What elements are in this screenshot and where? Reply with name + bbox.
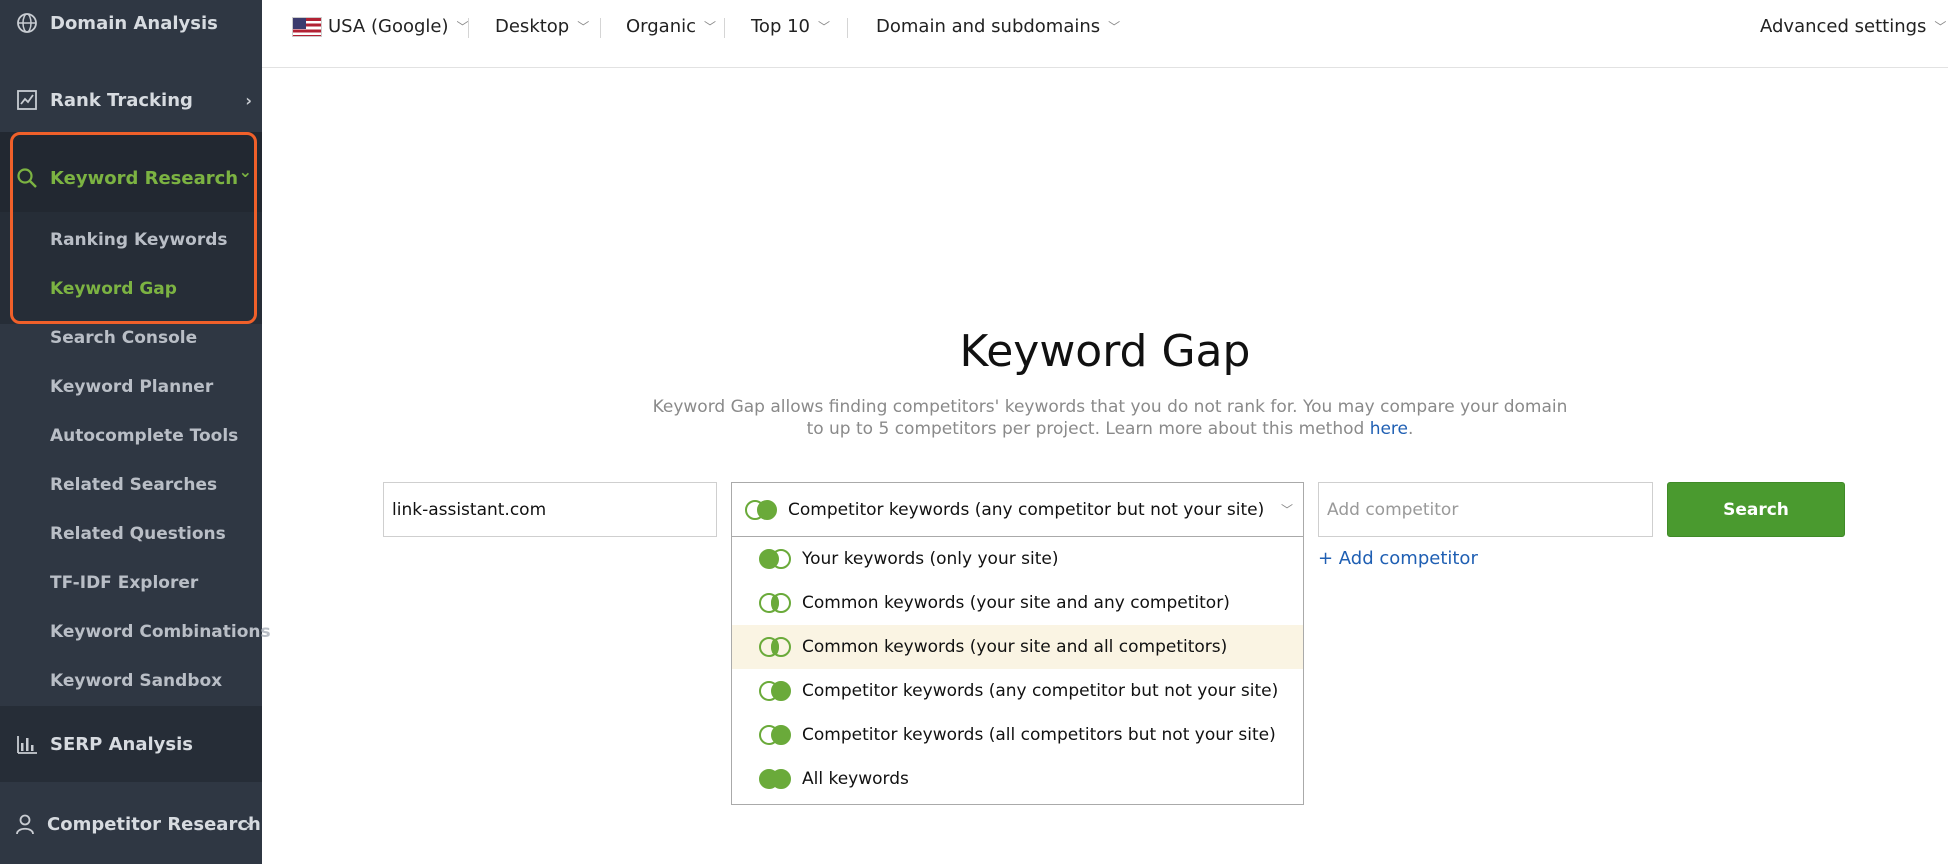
venn-right-icon [756,724,794,746]
venn-right-icon [756,680,794,702]
mode-select[interactable]: Competitor keywords (any competitor but … [731,482,1304,537]
dropdown-option-common-all[interactable]: Common keywords (your site and all compe… [732,625,1303,669]
dropdown-option-competitor-any[interactable]: Competitor keywords (any competitor but … [732,669,1303,713]
chevron-down-icon: ﹀ [456,20,469,34]
dropdown-option-competitor-all[interactable]: Competitor keywords (all competitors but… [732,713,1303,757]
description-end: . [1408,419,1414,439]
top-results-label: Top 10 [751,16,811,37]
chart-line-icon [16,89,38,111]
chevron-right-icon: › [245,814,252,834]
sidebar-item-related-searches[interactable]: Related Searches [50,475,217,495]
chevron-down-icon: ﹀ [1280,503,1293,517]
location-label: USA (Google) [328,16,449,37]
scope-label: Domain and subdomains [876,16,1101,37]
page-title: Keyword Gap [959,326,1251,377]
sidebar-competitor-research-label: Competitor Research [47,813,261,835]
venn-competitor-icon [742,499,780,521]
sidebar-competitor-research[interactable]: Competitor Research › [0,796,262,852]
learn-more-link[interactable]: here [1370,419,1408,439]
result-type-dropdown[interactable]: Organic ﹀ [626,16,716,37]
sidebar-item-keyword-sandbox[interactable]: Keyword Sandbox [50,671,222,691]
separator [724,18,725,38]
venn-intersection-icon [756,592,794,614]
result-type-label: Organic [626,16,697,37]
option-label: Common keywords (your site and all compe… [802,637,1228,657]
device-dropdown[interactable]: Desktop ﹀ [495,16,589,37]
location-dropdown[interactable]: USA (Google) ﹀ [292,16,469,37]
add-competitor-input[interactable] [1318,482,1653,537]
sidebar-item-search-console[interactable]: Search Console [50,328,197,348]
option-label: Competitor keywords (any competitor but … [802,681,1279,701]
sidebar-domain-analysis[interactable]: Domain Analysis [0,0,262,46]
sidebar-domain-analysis-label: Domain Analysis [50,12,218,34]
keyword-research-highlight [10,132,257,324]
user-icon [14,813,36,835]
advanced-settings-dropdown[interactable]: Advanced settings ﹀ [1760,16,1946,37]
add-competitor-link[interactable]: + Add competitor [1318,548,1478,569]
separator [600,18,601,38]
sidebar-rank-tracking[interactable]: Rank Tracking › [0,72,262,128]
chevron-down-icon: ﹀ [577,20,590,34]
sidebar-serp-analysis[interactable]: SERP Analysis [0,706,262,782]
mode-dropdown-menu: Your keywords (only your site) Common ke… [731,537,1304,805]
venn-intersection-icon [756,636,794,658]
globe-icon [16,12,38,34]
chevron-down-icon: ﹀ [818,20,831,34]
dropdown-option-common-any[interactable]: Common keywords (your site and any compe… [732,581,1303,625]
sidebar-item-keyword-combinations[interactable]: Keyword Combinations [50,622,271,642]
option-label: Competitor keywords (all competitors but… [802,725,1276,745]
advanced-settings-label: Advanced settings [1760,16,1927,37]
top-results-dropdown[interactable]: Top 10 ﹀ [751,16,830,37]
top-toolbar: USA (Google) ﹀ Desktop ﹀ Organic ﹀ Top 1… [262,0,1948,68]
option-label: Your keywords (only your site) [802,549,1059,569]
chevron-down-icon: ﹀ [1108,20,1121,34]
venn-left-icon [756,548,794,570]
page-description: Keyword Gap allows finding competitors' … [650,396,1570,440]
scope-dropdown[interactable]: Domain and subdomains ﹀ [876,16,1120,37]
description-text: Keyword Gap allows finding competitors' … [652,397,1568,439]
sidebar-rank-tracking-label: Rank Tracking [50,89,193,111]
dropdown-option-all-keywords[interactable]: All keywords [732,757,1303,801]
sidebar-item-related-questions[interactable]: Related Questions [50,524,226,544]
chevron-down-icon: ﹀ [704,20,717,34]
chevron-down-icon: ﹀ [1934,20,1947,34]
sidebar-item-tf-idf-explorer[interactable]: TF-IDF Explorer [50,573,198,593]
sidebar: Domain Analysis Rank Tracking › Keyword … [0,0,271,864]
option-label: Common keywords (your site and any compe… [802,593,1230,613]
sidebar-serp-analysis-label: SERP Analysis [50,733,193,755]
device-label: Desktop [495,16,570,37]
dropdown-option-your-keywords[interactable]: Your keywords (only your site) [732,537,1303,581]
domain-input[interactable]: link-assistant.com [383,482,717,537]
option-label: All keywords [802,769,909,789]
search-button[interactable]: Search [1667,482,1845,537]
separator [847,18,848,38]
us-flag-icon [292,16,322,37]
sidebar-item-keyword-planner[interactable]: Keyword Planner [50,377,213,397]
venn-both-icon [756,768,794,790]
chevron-right-icon: › [245,90,252,110]
sidebar-item-autocomplete-tools[interactable]: Autocomplete Tools [50,426,238,446]
mode-select-value: Competitor keywords (any competitor but … [788,499,1265,520]
separator [468,18,469,38]
bar-chart-icon [16,733,38,755]
